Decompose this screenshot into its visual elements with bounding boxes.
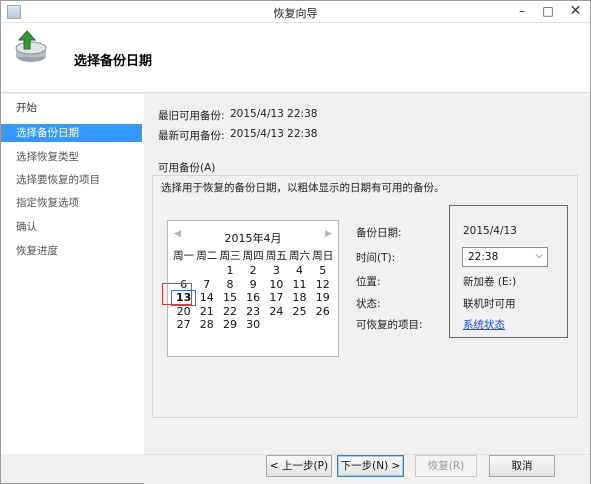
sidebar-item-select-backup-date[interactable]: 选择备份日期 [1,124,142,142]
available-backups-description: 选择用于恢复的备份日期，以粗体显示的日期有可用的备份。 [161,182,445,194]
calendar-day[interactable]: 26 [311,305,334,319]
calendar-day[interactable]: 23 [242,305,265,319]
calendar-day[interactable]: 8 [218,278,241,292]
wizard-header: 选择备份日期 [1,23,590,93]
details-annotation [449,205,568,338]
calendar-day[interactable]: 27 [172,318,195,332]
weekday-header: 周一 [173,250,195,262]
calendar-day[interactable]: 19 [311,291,334,305]
location-label: 位置: [356,276,381,288]
sidebar-item-start[interactable]: 开始 [1,99,142,117]
backup-calendar[interactable]: ◀ 2015年4月 ▶ 周一 周二 周三 周四 周五 周六 周日 1 2 3 4 5 6 7 8 9 10 11 1… [162,220,339,357]
calendar-day[interactable]: 11 [288,278,311,292]
wizard-footer: < 上一步(P) 下一步(N) > 恢复(R) 取消 [144,454,590,484]
weekday-header: 周四 [242,250,264,262]
newest-backup-label: 最新可用备份: [158,130,225,142]
calendar-day[interactable]: 21 [195,305,218,319]
calendar-day[interactable]: 20 [172,305,195,319]
weekday-header: 周五 [265,250,287,262]
weekday-header: 周二 [196,250,218,262]
sidebar-item-recovery-progress[interactable]: 恢复进度 [1,242,142,260]
backup-drive-icon [15,30,47,62]
calendar-day[interactable]: 28 [195,318,218,332]
available-backups-group: 选择用于恢复的备份日期，以粗体显示的日期有可用的备份。 ◀ 2015年4月 ▶ … [152,175,578,418]
recovery-wizard-window: 恢复向导 – □ ✕ 选择备份日期 开始 选择备份日期 选择恢复类型 选择要恢复… [0,0,591,484]
window-title: 恢复向导 [273,7,318,20]
title-bar: 恢复向导 – □ ✕ [1,1,590,23]
calendar-day[interactable]: 9 [242,278,265,292]
wizard-content: 最旧可用备份: 2015/4/13 22:38 最新可用备份: 2015/4/1… [144,94,590,454]
page-title: 选择备份日期 [74,54,153,69]
calendar-day[interactable]: 5 [311,264,334,278]
recover-button[interactable]: 恢复(R) [415,455,477,477]
back-button[interactable]: < 上一步(P) [266,455,332,477]
calendar-day[interactable]: 15 [218,291,241,305]
chevron-right-icon[interactable]: ▶ [325,229,332,239]
maximize-icon[interactable]: □ [535,1,561,22]
oldest-backup-label: 最旧可用备份: [158,110,225,122]
newest-backup-value: 2015/4/13 22:38 [230,128,318,140]
backup-date-label: 备份日期: [356,227,402,239]
sidebar-item-confirm[interactable]: 确认 [1,218,142,236]
sidebar-item-select-recovery-type[interactable]: 选择恢复类型 [1,148,142,166]
available-backups-label: 可用备份(A) [158,162,216,174]
calendar-day[interactable]: 25 [288,305,311,319]
calendar-day[interactable]: 22 [218,305,241,319]
calendar-empty-cell [195,264,218,278]
wizard-sidebar: 开始 选择备份日期 选择恢复类型 选择要恢复的项目 指定恢复选项 确认 恢复进度 [1,94,144,454]
calendar-day[interactable]: 24 [265,305,288,319]
calendar-month-title: 2015年4月 [224,232,282,245]
weekday-header: 周六 [289,250,311,262]
cancel-button[interactable]: 取消 [489,455,555,477]
minimize-icon[interactable]: – [509,1,535,22]
calendar-day[interactable]: 2 [242,264,265,278]
calendar-day[interactable]: 1 [218,264,241,278]
calendar-day[interactable]: 17 [265,291,288,305]
sidebar-item-select-items[interactable]: 选择要恢复的项目 [1,171,142,189]
calendar-day[interactable]: 3 [265,264,288,278]
calendar-day[interactable]: 12 [311,278,334,292]
calendar-grid: 周一 周二 周三 周四 周五 周六 周日 1 2 3 4 5 6 7 8 9 10 11 12 13 14 15 16 17 1… [170,249,334,332]
weekday-header: 周日 [312,250,334,262]
calendar-day[interactable]: 18 [288,291,311,305]
calendar-day[interactable]: 14 [195,291,218,305]
calendar-day[interactable]: 4 [288,264,311,278]
recoverable-items-label: 可恢复的项目: [356,319,423,331]
calendar-day[interactable]: 7 [195,278,218,292]
oldest-backup-value: 2015/4/13 22:38 [230,108,318,120]
calendar-day[interactable]: 30 [242,318,265,332]
next-button[interactable]: 下一步(N) > [337,455,404,477]
close-icon[interactable]: ✕ [561,1,590,22]
time-label: 时间(T): [356,252,396,264]
calendar-empty-cell [172,264,195,278]
calendar-day[interactable]: 10 [265,278,288,292]
calendar-day[interactable]: 29 [218,318,241,332]
weekday-header: 周三 [219,250,241,262]
sidebar-item-recovery-options[interactable]: 指定恢复选项 [1,194,142,212]
calendar-day[interactable]: 16 [242,291,265,305]
selected-date-annotation [162,283,192,305]
status-label: 状态: [356,298,381,310]
